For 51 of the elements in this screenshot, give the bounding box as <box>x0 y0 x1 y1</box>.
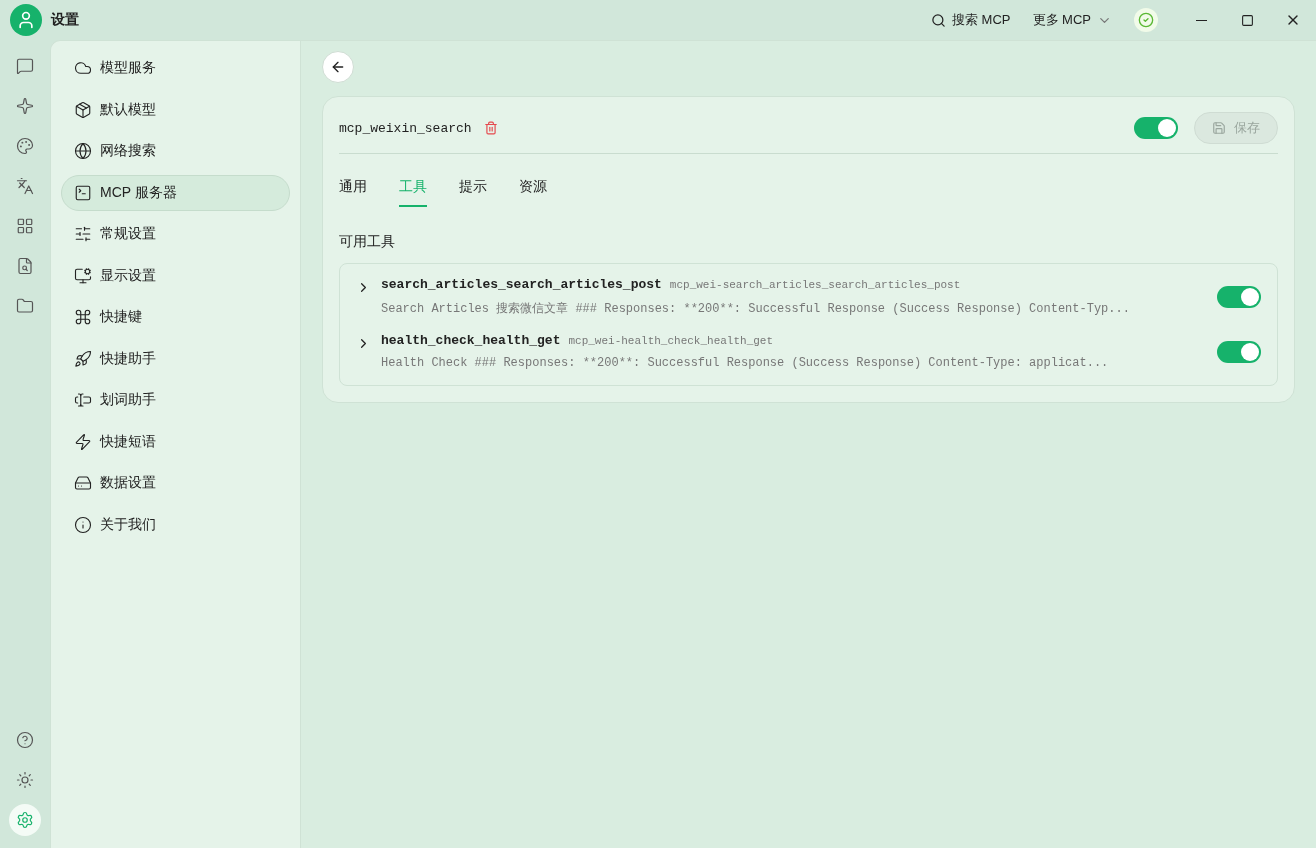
window-title: 设置 <box>51 11 80 29</box>
sidebar-icon <box>74 266 92 285</box>
sidebar-icon <box>74 391 92 409</box>
sidebar-item[interactable]: 默认模型 <box>61 91 290 128</box>
tab[interactable]: 通用 <box>339 168 367 207</box>
sidebar-icon <box>74 474 92 492</box>
sidebar-icon <box>74 432 92 451</box>
delete-icon[interactable] <box>483 121 498 135</box>
sidebar-icon <box>74 349 92 368</box>
check-icon[interactable] <box>1134 8 1158 32</box>
avatar-icon[interactable] <box>10 4 42 36</box>
tool-id: mcp_wei-health_check_health_get <box>568 335 774 347</box>
search-mcp-link[interactable]: 搜索 MCP <box>931 11 1011 29</box>
sidebar-item[interactable]: 模型服务 <box>61 50 290 86</box>
maximize-icon <box>1240 13 1254 27</box>
sidebar-icon <box>74 142 92 160</box>
sidebar-item[interactable]: MCP 服务器 <box>61 174 290 211</box>
back-button[interactable] <box>322 51 354 83</box>
sidebar-icon <box>74 225 92 243</box>
sidebar-item[interactable]: 常规设置 <box>61 216 290 252</box>
tab[interactable]: 资源 <box>519 168 547 207</box>
sidebar-item[interactable]: 网络搜索 <box>61 133 290 169</box>
rail-icon[interactable] <box>9 804 41 836</box>
sidebar-icon <box>74 308 92 326</box>
section-title: 可用工具 <box>339 233 396 251</box>
sidebar-icon <box>74 59 92 77</box>
sidebar-item[interactable]: 快捷键 <box>61 299 290 335</box>
minimize-icon <box>1195 19 1207 21</box>
sidebar-icon <box>74 183 92 202</box>
tool-toggle[interactable] <box>1217 340 1261 363</box>
tool-name: health_check_health_get <box>381 333 561 348</box>
server-name: mcp_weixin_search <box>339 120 472 136</box>
tab[interactable]: 提示 <box>459 168 487 207</box>
server-toggle[interactable] <box>1134 117 1178 139</box>
sidebar-item[interactable]: 划词助手 <box>61 382 290 418</box>
sidebar-icon <box>74 515 92 534</box>
sidebar-item[interactable]: 显示设置 <box>61 257 290 294</box>
search-icon <box>931 12 946 28</box>
sidebar-item[interactable]: 关于我们 <box>61 506 290 543</box>
sidebar-icon <box>74 100 92 119</box>
save-icon <box>1212 121 1226 135</box>
tool-name: search_articles_search_articles_post <box>381 277 662 292</box>
sidebar-item[interactable]: 快捷助手 <box>61 340 290 377</box>
tool-description: Health Check ### Responses: **200**: Successful Response (Success Response) Content-Type: applicat... <box>381 356 1110 370</box>
tool-toggle[interactable] <box>1217 286 1261 308</box>
more-mcp-dropdown[interactable]: 更多 MCP <box>1032 11 1112 29</box>
back-arrow-icon <box>330 59 346 75</box>
tool-description: Search Articles 搜索微信文章 ### Responses: **200**: Successful Response (Success Response) Content-Typ... <box>381 301 1131 317</box>
tool-id: mcp_wei-search_articles_search_articles_post <box>669 279 961 291</box>
sidebar-item[interactable]: 快捷短语 <box>61 423 290 460</box>
sidebar-item[interactable]: 数据设置 <box>61 465 290 501</box>
